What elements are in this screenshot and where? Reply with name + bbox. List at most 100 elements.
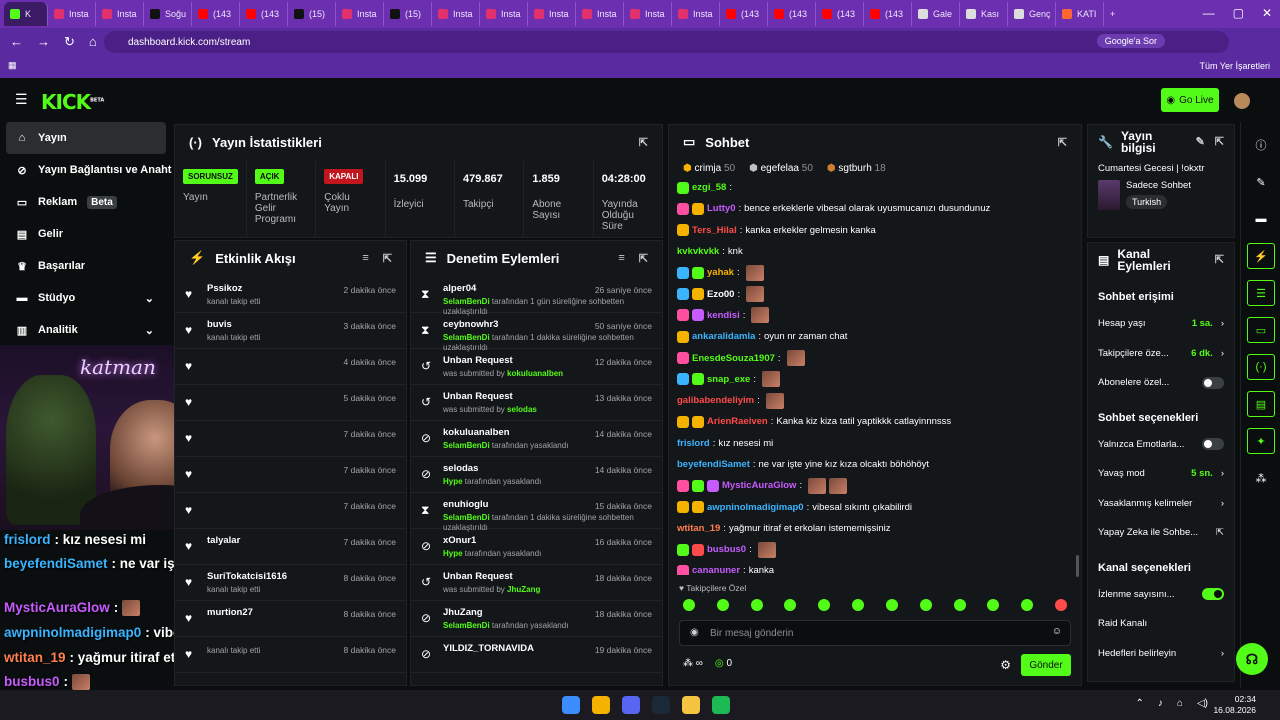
browser-tab[interactable]: Insta bbox=[528, 2, 576, 26]
browser-tab[interactable]: K bbox=[4, 2, 48, 26]
browser-tab[interactable]: KATI bbox=[1056, 2, 1104, 26]
popout-icon[interactable]: ⇱ bbox=[383, 252, 392, 265]
action-row[interactable]: Yavaş mod 5 sn. › bbox=[1088, 459, 1234, 489]
moderation-actor[interactable]: kokuluanalben bbox=[507, 369, 563, 378]
chrome-icon[interactable] bbox=[592, 696, 610, 714]
moderation-actor[interactable]: SelamBenDi bbox=[443, 621, 490, 630]
popout-icon[interactable]: ⇱ bbox=[1215, 136, 1224, 148]
action-row[interactable]: Raid Kanalı bbox=[1088, 609, 1234, 639]
browser-tab[interactable]: Insta bbox=[336, 2, 384, 26]
discord-icon[interactable] bbox=[622, 696, 640, 714]
chat-input[interactable]: ◉ Bir mesaj gönderin ☺ bbox=[679, 620, 1071, 646]
emote-icon[interactable] bbox=[818, 599, 831, 611]
nodes-icon[interactable]: ⁂ bbox=[1247, 465, 1275, 491]
action-row[interactable]: Hedefleri belirleyin › bbox=[1088, 639, 1234, 669]
top-gifter[interactable]: ⬢ egefelaa 50 bbox=[749, 163, 813, 174]
close-icon[interactable]: ✕ bbox=[1262, 6, 1272, 20]
points-icon[interactable]: ◎ 0 bbox=[715, 658, 732, 669]
chat-username[interactable]: awpninolmadigimap0 bbox=[707, 502, 804, 513]
chat-username[interactable]: snap_exe bbox=[707, 374, 750, 385]
filter-icon[interactable]: ≡ bbox=[618, 252, 624, 265]
info-icon[interactable]: ⓘ bbox=[1247, 132, 1275, 158]
user-avatar[interactable] bbox=[1234, 93, 1250, 109]
sidebar-item[interactable]: ▤ Gelir bbox=[0, 218, 172, 250]
browser-tab[interactable]: (143 bbox=[192, 2, 240, 26]
chat-username[interactable]: kendisi bbox=[707, 310, 740, 321]
browser-tab[interactable]: (143 bbox=[816, 2, 864, 26]
category-thumbnail[interactable] bbox=[1098, 180, 1120, 210]
edit-icon[interactable]: ✎ bbox=[1196, 136, 1205, 148]
kick-logo[interactable]: KICKBETA bbox=[41, 90, 104, 114]
browser-tab[interactable]: Kası bbox=[960, 2, 1008, 26]
chat-username[interactable]: Ezo00 bbox=[707, 289, 734, 300]
emote-icon[interactable] bbox=[885, 599, 898, 611]
minimize-icon[interactable]: — bbox=[1203, 6, 1215, 20]
reload-icon[interactable]: ↻ bbox=[64, 34, 75, 50]
toggle-switch[interactable] bbox=[1202, 438, 1224, 451]
card-icon[interactable]: ▬ bbox=[1247, 206, 1275, 232]
folder-icon[interactable] bbox=[682, 696, 700, 714]
apps-grid-icon[interactable]: ▦ bbox=[8, 60, 17, 71]
home-browser-icon[interactable]: ⌂ bbox=[89, 34, 97, 50]
moderation-actor[interactable]: SelamBenDi bbox=[443, 333, 490, 342]
chat-username[interactable]: Ters_Hilal bbox=[692, 225, 737, 236]
chat-username[interactable]: galibabendeliyim bbox=[677, 395, 754, 406]
volume-icon[interactable]: ◁) bbox=[1197, 698, 1208, 709]
badge-icon[interactable]: ◉ bbox=[690, 627, 699, 638]
action-row[interactable]: Yalnızca Emotlarla... bbox=[1088, 430, 1234, 460]
browser-tab[interactable]: Insta bbox=[672, 2, 720, 26]
browser-tab[interactable]: Insta bbox=[624, 2, 672, 26]
sidebar-item[interactable]: ⊘ Yayın Bağlantısı ve Anahtarı bbox=[0, 154, 172, 186]
top-gifter[interactable]: ⬢ crimja 50 bbox=[683, 163, 735, 174]
moderation-actor[interactable]: SelamBenDi bbox=[443, 441, 490, 450]
popout-icon[interactable]: ⇱ bbox=[1058, 136, 1067, 149]
browser-tab[interactable]: (15) bbox=[288, 2, 336, 26]
browser-tab[interactable]: Insta bbox=[480, 2, 528, 26]
new-tab-button[interactable]: + bbox=[1104, 2, 1128, 26]
action-row[interactable]: Takipçilere öze... 6 dk. › bbox=[1088, 339, 1234, 369]
browser-tab[interactable]: (143 bbox=[720, 2, 768, 26]
emote-icon[interactable] bbox=[919, 599, 932, 611]
action-row[interactable]: Hesap yaşı 1 sa. › bbox=[1088, 309, 1234, 339]
windows-icon[interactable] bbox=[562, 696, 580, 714]
sidebar-item[interactable]: ⌂ Yayın bbox=[6, 122, 166, 154]
emote-icon[interactable] bbox=[716, 599, 729, 611]
sidebar-item[interactable]: ▬ Stüdyo ⌄ bbox=[0, 282, 172, 314]
sidebar-item[interactable]: ♛ Başarılar bbox=[0, 250, 172, 282]
viewers-icon[interactable]: ⁂ ∞ bbox=[683, 658, 703, 669]
moderation-actor[interactable]: SelamBenDi bbox=[443, 513, 490, 522]
steam-icon[interactable] bbox=[652, 696, 670, 714]
popout-icon[interactable]: ⇱ bbox=[1215, 254, 1224, 266]
emote-icon[interactable] bbox=[1021, 599, 1034, 611]
broadcast-icon[interactable]: (·) bbox=[1247, 354, 1275, 380]
chat-username[interactable]: ezgi_58 bbox=[692, 182, 726, 193]
back-icon[interactable]: ← bbox=[10, 34, 23, 50]
emote-icon[interactable] bbox=[852, 599, 865, 611]
menu-icon[interactable]: ☰ bbox=[15, 91, 28, 108]
system-clock[interactable]: 02:34 16.08.2026 bbox=[1213, 694, 1256, 716]
moderation-actor[interactable]: SelamBenDi bbox=[443, 297, 490, 306]
browser-tab[interactable]: Insta bbox=[48, 2, 96, 26]
popout-icon[interactable]: ⇱ bbox=[639, 136, 648, 149]
google-ask-button[interactable]: Google'a Sor bbox=[1096, 34, 1165, 48]
all-bookmarks-button[interactable]: Tüm Yer İşaretleri bbox=[1199, 61, 1270, 71]
filter-icon[interactable]: ≡ bbox=[362, 252, 368, 265]
emote-icon[interactable] bbox=[1054, 599, 1067, 611]
browser-tab[interactable]: Gale bbox=[912, 2, 960, 26]
moderation-actor[interactable]: JhuZang bbox=[507, 585, 540, 594]
sidebar-item[interactable]: ▥ Analitik ⌄ bbox=[0, 314, 172, 346]
actions-icon[interactable]: ▤ bbox=[1247, 391, 1275, 417]
chat-scrollbar[interactable] bbox=[1076, 555, 1079, 577]
chat-username[interactable]: ankaralidamla bbox=[692, 331, 755, 342]
action-row[interactable]: Yasaklanmış kelimeler › bbox=[1088, 489, 1234, 519]
browser-tab[interactable]: Soğu bbox=[144, 2, 192, 26]
top-gifter[interactable]: ⬢ sgtburh 18 bbox=[827, 163, 886, 174]
wrench-icon[interactable]: ✦ bbox=[1247, 428, 1275, 454]
network-icon[interactable]: ⌂ bbox=[1177, 698, 1183, 709]
moderation-actor[interactable]: Hype bbox=[443, 477, 463, 486]
browser-tab[interactable]: Insta bbox=[432, 2, 480, 26]
help-button[interactable]: ☊ bbox=[1236, 643, 1268, 675]
chat-username[interactable]: ArienRaeiven bbox=[707, 416, 768, 427]
action-row[interactable]: Yapay Zeka ile Sohbe... ⇱ bbox=[1088, 518, 1234, 548]
browser-tab[interactable]: (143 bbox=[240, 2, 288, 26]
